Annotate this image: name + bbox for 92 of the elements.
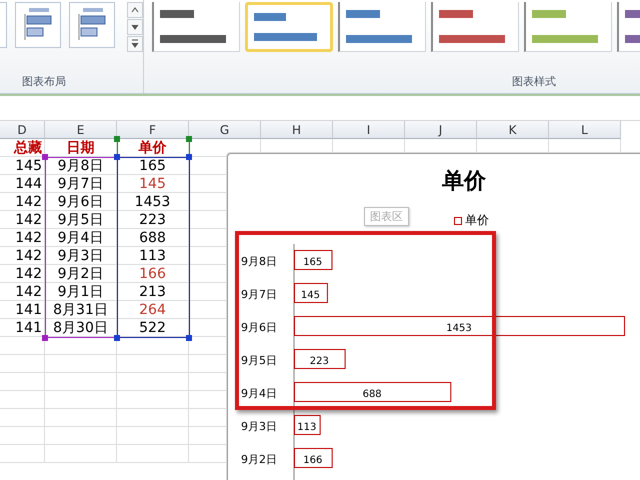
legend-label: 单价 <box>465 212 489 229</box>
axis-label: 9月7日 <box>241 288 277 301</box>
chart-style-thumbnail[interactable] <box>524 2 612 52</box>
grid-cell <box>45 427 117 445</box>
grid-cell <box>45 409 117 427</box>
column-header[interactable]: H <box>261 121 333 139</box>
data-label: 223 <box>310 356 329 367</box>
table-cell: 9月3日 <box>45 247 117 265</box>
axis-label: 9月5日 <box>241 354 277 367</box>
table-cell: 142 <box>0 265 45 283</box>
data-label: 688 <box>362 389 382 400</box>
chart-style-thumbnail[interactable] <box>245 2 333 52</box>
data-label: 1453 <box>446 323 472 334</box>
chart-layout-thumbnail[interactable] <box>0 2 7 48</box>
table-cell: 142 <box>0 247 45 265</box>
table-cell: 9月4日 <box>45 229 117 247</box>
chart-layout-thumbnail[interactable] <box>15 2 61 48</box>
chart-layout-thumbnail[interactable] <box>69 2 115 48</box>
bar <box>294 415 321 435</box>
table-cell: 141 <box>0 301 45 319</box>
chart-style-thumbnail[interactable] <box>431 2 519 52</box>
axis-label: 9月8日 <box>241 255 277 268</box>
chart-title: 单价 <box>442 167 486 196</box>
selection-handle[interactable] <box>186 136 192 142</box>
table-cell: 688 <box>117 229 189 247</box>
grid-cell <box>0 391 45 409</box>
column-header[interactable]: L <box>549 121 621 139</box>
bar <box>294 448 333 468</box>
column-header[interactable]: F <box>117 121 189 139</box>
tooltip: 图表区 <box>364 207 409 226</box>
column-header[interactable]: J <box>405 121 477 139</box>
table-cell: 1453 <box>117 193 189 211</box>
legend-key <box>454 216 462 224</box>
selection-handle[interactable] <box>114 335 120 341</box>
table-cell: 213 <box>117 283 189 301</box>
table-cell: 9月1日 <box>45 283 117 301</box>
data-label: 145 <box>300 290 320 301</box>
data-label: 113 <box>297 422 316 433</box>
bar <box>294 283 328 303</box>
grid-cell <box>0 373 45 391</box>
column-header[interactable]: K <box>477 121 549 139</box>
table-cell: 145 <box>117 175 189 193</box>
table-cell: 9月5日 <box>45 211 117 229</box>
column-header[interactable]: E <box>45 121 117 139</box>
scroll-up-button[interactable] <box>127 2 143 18</box>
table-cell: 142 <box>0 211 45 229</box>
group-label: 图表样式 <box>511 74 557 89</box>
column-header[interactable]: G <box>189 121 261 139</box>
grid-cell <box>0 355 45 373</box>
table-cell: 9月7日 <box>45 175 117 193</box>
grid-cell <box>45 373 117 391</box>
table-cell: 166 <box>117 265 189 283</box>
formula-bar[interactable] <box>0 94 640 121</box>
selection-handle[interactable] <box>42 335 48 341</box>
chart-area[interactable]: 单价 9月8日 165 9月7日 145 9月6日 1453 9月5日 223 9月4日 688 9月3日 113 9月2日 166 图表区 单价 <box>227 153 640 480</box>
more-icon <box>129 38 141 50</box>
scroll-down-button[interactable] <box>127 19 143 35</box>
table-cell: 8月31日 <box>45 301 117 319</box>
grid-cell <box>45 445 117 463</box>
selection-handle[interactable] <box>114 154 120 160</box>
table-cell: 264 <box>117 301 189 319</box>
column-header[interactable]: I <box>333 121 405 139</box>
grid-cell <box>45 391 117 409</box>
table-cell: 9月2日 <box>45 265 117 283</box>
chart-style-thumbnail[interactable] <box>152 2 240 52</box>
chart-style-thumbnail[interactable] <box>338 2 426 52</box>
selection-handle[interactable] <box>114 136 120 142</box>
table-cell: 142 <box>0 283 45 301</box>
group-label: 图表布局 <box>21 74 67 89</box>
column-header[interactable]: D <box>0 121 45 139</box>
table-cell: 9月6日 <box>45 193 117 211</box>
table-cell: 142 <box>0 229 45 247</box>
grid-cell <box>0 427 45 445</box>
axis-label: 9月2日 <box>241 453 277 466</box>
selection-handle[interactable] <box>186 335 192 341</box>
grid-cell <box>0 445 45 463</box>
grid-cell <box>45 355 117 373</box>
selection-handle[interactable] <box>186 154 192 160</box>
axis-label: 9月4日 <box>241 387 277 400</box>
grid-cell <box>0 409 45 427</box>
table-cell: 223 <box>117 211 189 229</box>
table-cell: 142 <box>0 193 45 211</box>
axis-label: 9月6日 <box>241 321 277 334</box>
more-button[interactable] <box>127 36 143 52</box>
data-label: 165 <box>303 257 322 268</box>
data-label: 166 <box>303 455 322 466</box>
bar <box>294 250 332 270</box>
bar <box>294 349 346 369</box>
table-cell: 144 <box>0 175 45 193</box>
axis-label: 9月3日 <box>241 420 277 433</box>
table-cell: 113 <box>117 247 189 265</box>
selection-handle[interactable] <box>42 154 48 160</box>
